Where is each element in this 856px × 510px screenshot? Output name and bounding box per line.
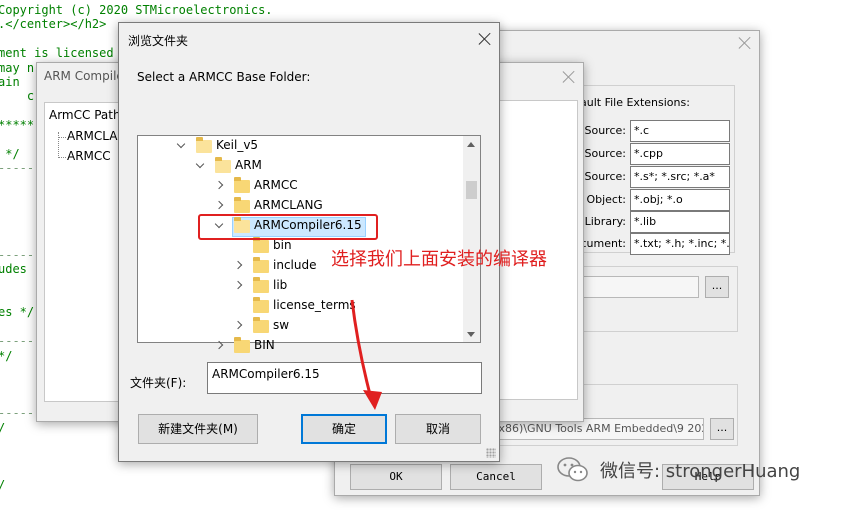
new-folder-button[interactable]: 新建文件夹(M) (138, 414, 258, 444)
extension-field[interactable]: *.s*; *.src; *.a* (630, 166, 730, 188)
code-line: / (0, 478, 5, 492)
code-line: udes (0, 262, 27, 277)
code-line: */ (0, 348, 13, 363)
extension-field[interactable]: *.lib (630, 211, 730, 233)
folder-icon (234, 197, 250, 213)
tree-item[interactable]: ARMCLANG (254, 195, 323, 215)
tree-item[interactable]: license_terms (273, 295, 356, 315)
tree-item[interactable]: ARMCC (254, 175, 298, 195)
tree-item[interactable]: sw (273, 315, 289, 335)
armcc-list-item[interactable]: ARMCC (67, 149, 111, 163)
compiler-path-input[interactable] (575, 276, 699, 298)
tree-lines (58, 132, 59, 158)
ok-button[interactable]: 确定 (301, 414, 387, 444)
folder-icon (253, 277, 269, 293)
folder-field-label: 文件夹(F): (130, 376, 187, 390)
close-icon[interactable] (737, 35, 753, 51)
extension-field[interactable]: *.txt; *.h; *.inc; *.md (630, 233, 730, 255)
tree-item[interactable]: ARM (235, 155, 262, 175)
tree-line-h (58, 137, 66, 138)
cancel-button[interactable]: 取消 (395, 414, 481, 444)
dialog-title: 浏览文件夹 (128, 34, 189, 48)
extension-label: Source: (584, 147, 627, 160)
tree-line-h (58, 157, 66, 158)
scroll-up-icon[interactable] (467, 142, 475, 147)
code-line: / (0, 421, 5, 435)
folder-icon (234, 337, 250, 353)
watermark: 微信号: strongerHuang (556, 456, 800, 484)
ext-cancel-button[interactable]: Cancel (450, 464, 542, 490)
extension-label: Source: (584, 124, 627, 137)
folder-icon (253, 317, 269, 333)
extension-field[interactable]: *.obj; *.o (630, 189, 730, 211)
folder-icon (253, 257, 269, 273)
highlight-box (198, 214, 378, 240)
tree-item[interactable]: include (273, 255, 316, 275)
code-line: .</center></h2> (0, 17, 107, 32)
extension-label: Source: (584, 170, 627, 183)
folder-icon (253, 297, 269, 313)
resize-grip-icon[interactable] (486, 448, 496, 458)
watermark-text: 微信号: strongerHuang (600, 461, 801, 482)
code-line: ***** (0, 118, 35, 133)
code-line: ment is licensed (0, 46, 114, 61)
annotation-text: 选择我们上面安装的编译器 (331, 249, 547, 270)
code-line: es */ (0, 305, 35, 320)
tree-item[interactable]: Keil_v5 (216, 135, 258, 155)
armcc-path-header: ArmCC Path (49, 108, 121, 122)
tree-item[interactable]: BIN (254, 335, 275, 355)
code-line: Copyright (c) 2020 STMicroelectronics. (0, 3, 273, 17)
code-line: */ (0, 147, 20, 161)
scroll-down-icon[interactable] (467, 332, 475, 337)
arm-window-title: ARM Compile (44, 69, 124, 83)
extensions-heading: ault File Extensions: (580, 96, 690, 109)
folder-icon (196, 137, 212, 153)
browse-gnu-button[interactable]: ... (710, 418, 734, 440)
dialog-prompt: Select a ARMCC Base Folder: (137, 70, 311, 84)
code-line: c (0, 89, 35, 104)
code-line: may n (0, 60, 35, 75)
folder-icon (215, 157, 231, 173)
folder-icon (253, 237, 269, 253)
extension-field[interactable]: *.cpp (630, 143, 730, 165)
folder-input[interactable]: ARMCompiler6.15 (207, 362, 482, 394)
folder-icon (234, 177, 250, 193)
extension-label: Library: (584, 215, 626, 228)
browse-path-button[interactable]: ... (705, 276, 729, 298)
extension-field[interactable]: *.c (630, 120, 730, 142)
close-icon[interactable] (561, 69, 577, 85)
extension-label: Object: (586, 193, 626, 206)
ext-ok-button[interactable]: OK (350, 464, 442, 490)
code-line: ain (0, 75, 20, 89)
wechat-icon (556, 456, 590, 484)
scroll-thumb[interactable] (466, 181, 477, 199)
tree-scrollbar[interactable] (463, 136, 480, 342)
tree-item[interactable]: lib (273, 275, 287, 295)
close-icon[interactable] (477, 31, 493, 47)
